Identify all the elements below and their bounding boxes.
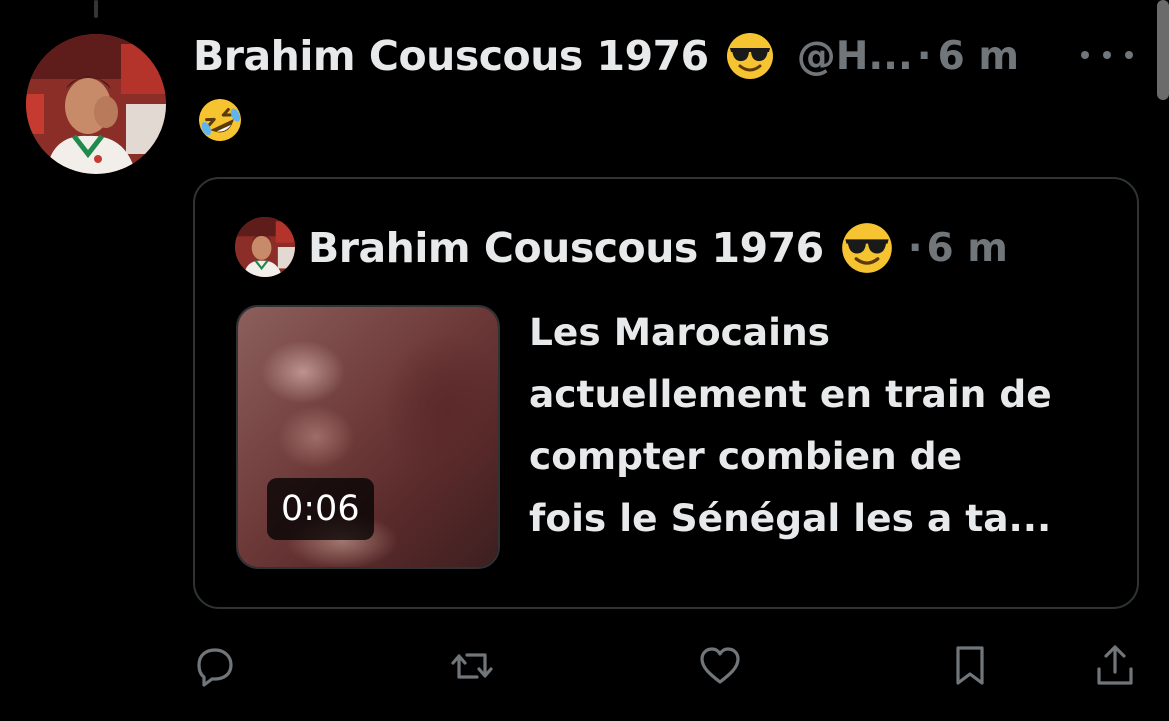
timestamp[interactable]: 6 m xyxy=(938,34,1019,79)
quoted-tweet-header: Brahim Couscous 1976 · 6 m xyxy=(308,221,1008,275)
more-dot-icon xyxy=(1125,51,1133,59)
scrollbar[interactable] xyxy=(1157,0,1169,100)
sunglasses-face-emoji-icon xyxy=(840,221,894,275)
avatar[interactable] xyxy=(26,34,166,174)
reply-button[interactable] xyxy=(188,640,240,692)
quoted-avatar-image xyxy=(235,217,295,277)
tweet-action-bar xyxy=(0,640,1169,692)
sunglasses-face-emoji-icon xyxy=(725,31,775,81)
heart-icon xyxy=(700,647,740,684)
rolling-on-floor-laughing-emoji-icon xyxy=(196,96,244,144)
more-dot-icon xyxy=(1103,51,1111,59)
display-name[interactable]: Brahim Couscous 1976 xyxy=(193,32,709,80)
like-button[interactable] xyxy=(694,640,746,692)
thread-connector-line xyxy=(94,0,98,18)
separator-dot: · xyxy=(907,225,923,271)
share-icon xyxy=(1097,645,1133,685)
more-options-button[interactable] xyxy=(1081,40,1133,70)
bookmark-icon xyxy=(956,646,984,685)
tweet-header: Brahim Couscous 1976 @H... · 6 m xyxy=(193,30,1019,82)
avatar-image xyxy=(26,34,166,174)
retweet-icon xyxy=(451,653,493,679)
retweet-button[interactable] xyxy=(446,640,498,692)
quoted-avatar[interactable] xyxy=(235,217,295,277)
share-button[interactable] xyxy=(1089,640,1141,692)
quoted-display-name[interactable]: Brahim Couscous 1976 xyxy=(308,224,824,272)
quoted-tweet-text: Les Marocains actuellement en train de c… xyxy=(529,310,1052,540)
bookmark-button[interactable] xyxy=(944,640,996,692)
user-handle[interactable]: @H... xyxy=(797,34,913,79)
quoted-tweet-card[interactable]: Brahim Couscous 1976 · 6 m 0:06 Les Maro… xyxy=(193,177,1139,609)
video-duration-badge: 0:06 xyxy=(267,478,374,540)
more-dot-icon xyxy=(1081,51,1089,59)
separator-dot: · xyxy=(916,33,932,79)
quoted-timestamp[interactable]: 6 m xyxy=(927,226,1008,271)
reply-icon xyxy=(197,648,233,687)
video-thumbnail[interactable]: 0:06 xyxy=(236,305,500,569)
